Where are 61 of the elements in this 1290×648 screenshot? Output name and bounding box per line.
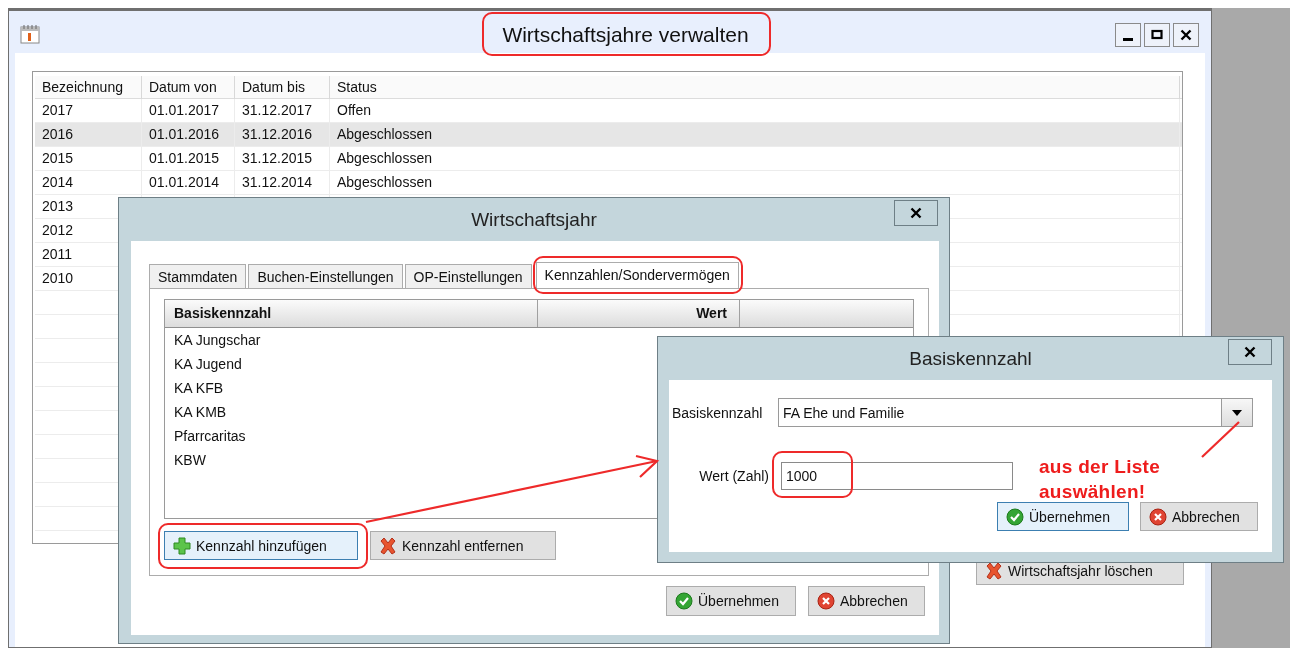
table-cell: 01.01.2015 [142, 147, 235, 170]
maximize-button[interactable] [1144, 23, 1170, 47]
table-row[interactable]: 2014 01.01.2014 31.12.2014 Abgeschlossen [35, 171, 1182, 195]
close-button[interactable] [1228, 339, 1272, 365]
column-header[interactable]: Datum von [142, 76, 235, 99]
maximize-icon [1151, 29, 1163, 41]
close-icon [910, 207, 922, 219]
table-cell: 01.01.2017 [142, 99, 235, 122]
minimize-icon [1123, 37, 1133, 41]
column-header[interactable]: Datum bis [235, 76, 330, 99]
table-cell: 31.12.2015 [235, 147, 330, 170]
dialog-title: Basiskennzahl [909, 347, 1032, 370]
table-row[interactable]: 2015 01.01.2015 31.12.2015 Abgeschlossen [35, 147, 1182, 171]
column-header[interactable]: Basiskennzahl [165, 300, 538, 327]
check-icon [675, 592, 693, 610]
table-cell: 01.01.2014 [142, 171, 235, 194]
table-cell: Abgeschlossen [330, 171, 1180, 194]
table-cell: 31.12.2017 [235, 99, 330, 122]
dropdown[interactable]: FA Ehe und Familie [778, 398, 1253, 427]
table-cell: 2015 [35, 147, 142, 170]
minimize-button[interactable] [1115, 23, 1141, 47]
button[interactable]: Kennzahl entfernen [370, 531, 556, 560]
close-button[interactable] [894, 200, 938, 226]
tab[interactable]: Kennzahlen/Sondervermögen [535, 262, 739, 288]
cross-icon [985, 561, 1003, 580]
input-field[interactable]: 1000 [781, 462, 1013, 490]
close-button[interactable] [1173, 23, 1199, 47]
button[interactable]: Übernehmen [666, 586, 796, 616]
table-cell: 2016 [35, 123, 142, 146]
annotation-text: aus der Liste auswählen! [1039, 455, 1162, 504]
table-cell: 31.12.2016 [235, 123, 330, 146]
calendar-icon [19, 23, 41, 45]
button[interactable]: Abbrechen [808, 586, 925, 616]
table-cell: Offen [330, 99, 1180, 122]
field-label: Basiskennzahl [672, 404, 764, 421]
table-cell: 2014 [35, 171, 142, 194]
table-cell: 01.01.2016 [142, 123, 235, 146]
tab[interactable]: Stammdaten [149, 264, 247, 288]
cancel-icon [817, 592, 835, 610]
close-icon [1244, 346, 1256, 358]
column-header[interactable]: Bezeichnung [35, 76, 142, 99]
button[interactable]: Abbrechen [1140, 502, 1258, 531]
table-cell: 31.12.2014 [235, 171, 330, 194]
tab[interactable]: OP-Einstellungen [404, 264, 532, 288]
table-row[interactable]: 2016 01.01.2016 31.12.2016 Abgeschlossen [35, 123, 1182, 147]
table-cell: 2017 [35, 99, 142, 122]
window-title: Wirtschaftsjahre verwalten [502, 23, 749, 47]
table-cell: Abgeschlossen [330, 123, 1180, 146]
plus-icon [173, 536, 191, 555]
field-label: Wert (Zahl) [698, 468, 770, 484]
close-icon [1180, 29, 1192, 41]
cancel-icon [1149, 507, 1167, 526]
tab[interactable]: Buchen-Einstellungen [248, 264, 403, 288]
button[interactable]: Übernehmen [997, 502, 1129, 531]
caret-icon [1232, 409, 1242, 416]
check-icon [1006, 507, 1024, 526]
table-cell: Abgeschlossen [330, 147, 1180, 170]
column-header[interactable]: Wert [538, 300, 740, 327]
button[interactable]: Kennzahl hinzufügen [164, 531, 358, 560]
cross-icon [379, 536, 397, 555]
column-header[interactable]: Status [330, 76, 1180, 99]
